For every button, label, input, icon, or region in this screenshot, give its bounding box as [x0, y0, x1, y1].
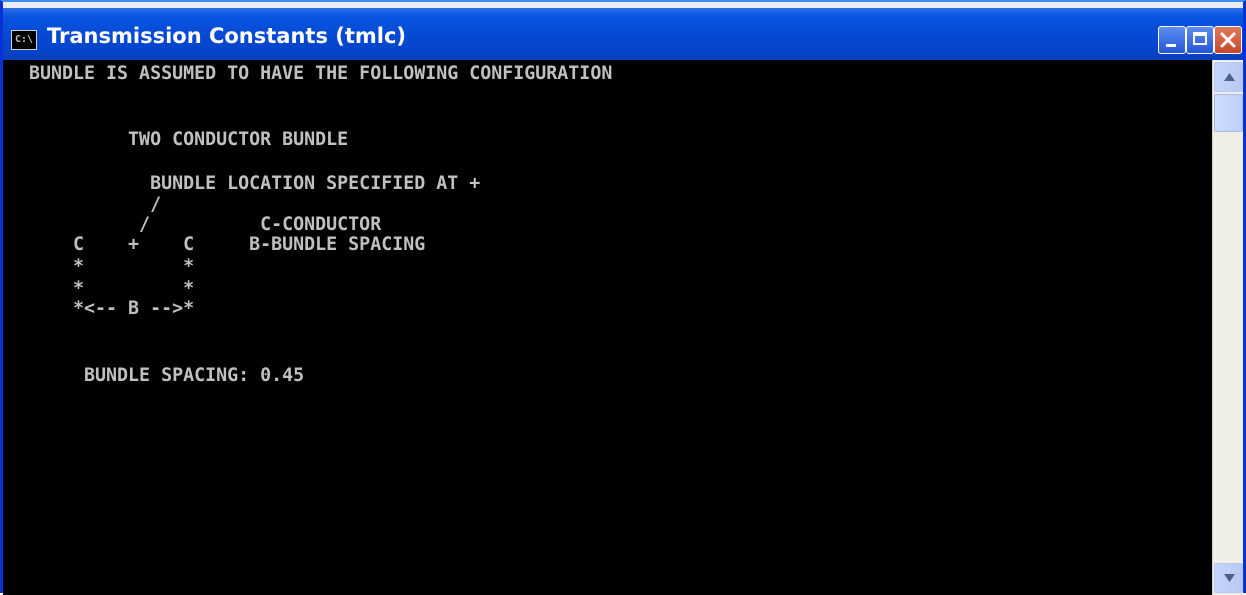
console-icon[interactable]: C:\: [11, 30, 37, 50]
console-line: BUNDLE SPACING: 0.45: [29, 365, 305, 386]
console-line: * *: [29, 256, 195, 277]
console-line: C + C B-BUNDLE SPACING: [29, 234, 426, 255]
scroll-up-button[interactable]: [1214, 62, 1243, 92]
close-button[interactable]: [1214, 26, 1242, 54]
console-line: *<-- B -->*: [29, 298, 195, 319]
scroll-thumb[interactable]: [1214, 94, 1243, 132]
console-output[interactable]: BUNDLE IS ASSUMED TO HAVE THE FOLLOWING …: [3, 60, 1212, 595]
title-bar[interactable]: C:\ Transmission Constants (tmlc): [3, 8, 1243, 60]
maximize-button[interactable]: [1186, 26, 1214, 54]
scroll-down-button[interactable]: [1214, 563, 1243, 593]
minimize-button[interactable]: [1158, 26, 1186, 54]
console-line: TWO CONDUCTOR BUNDLE: [29, 129, 349, 150]
vertical-scrollbar[interactable]: [1212, 60, 1243, 595]
window-title: Transmission Constants (tmlc): [47, 24, 407, 48]
console-line: BUNDLE IS ASSUMED TO HAVE THE FOLLOWING …: [29, 63, 613, 84]
console-window: C:\ Transmission Constants (tmlc) BUNDLE…: [0, 0, 1246, 595]
chevron-up-icon: [1224, 73, 1235, 81]
chevron-down-icon: [1224, 574, 1235, 582]
close-icon: [1220, 32, 1236, 48]
console-line: BUNDLE LOCATION SPECIFIED AT +: [29, 173, 481, 194]
